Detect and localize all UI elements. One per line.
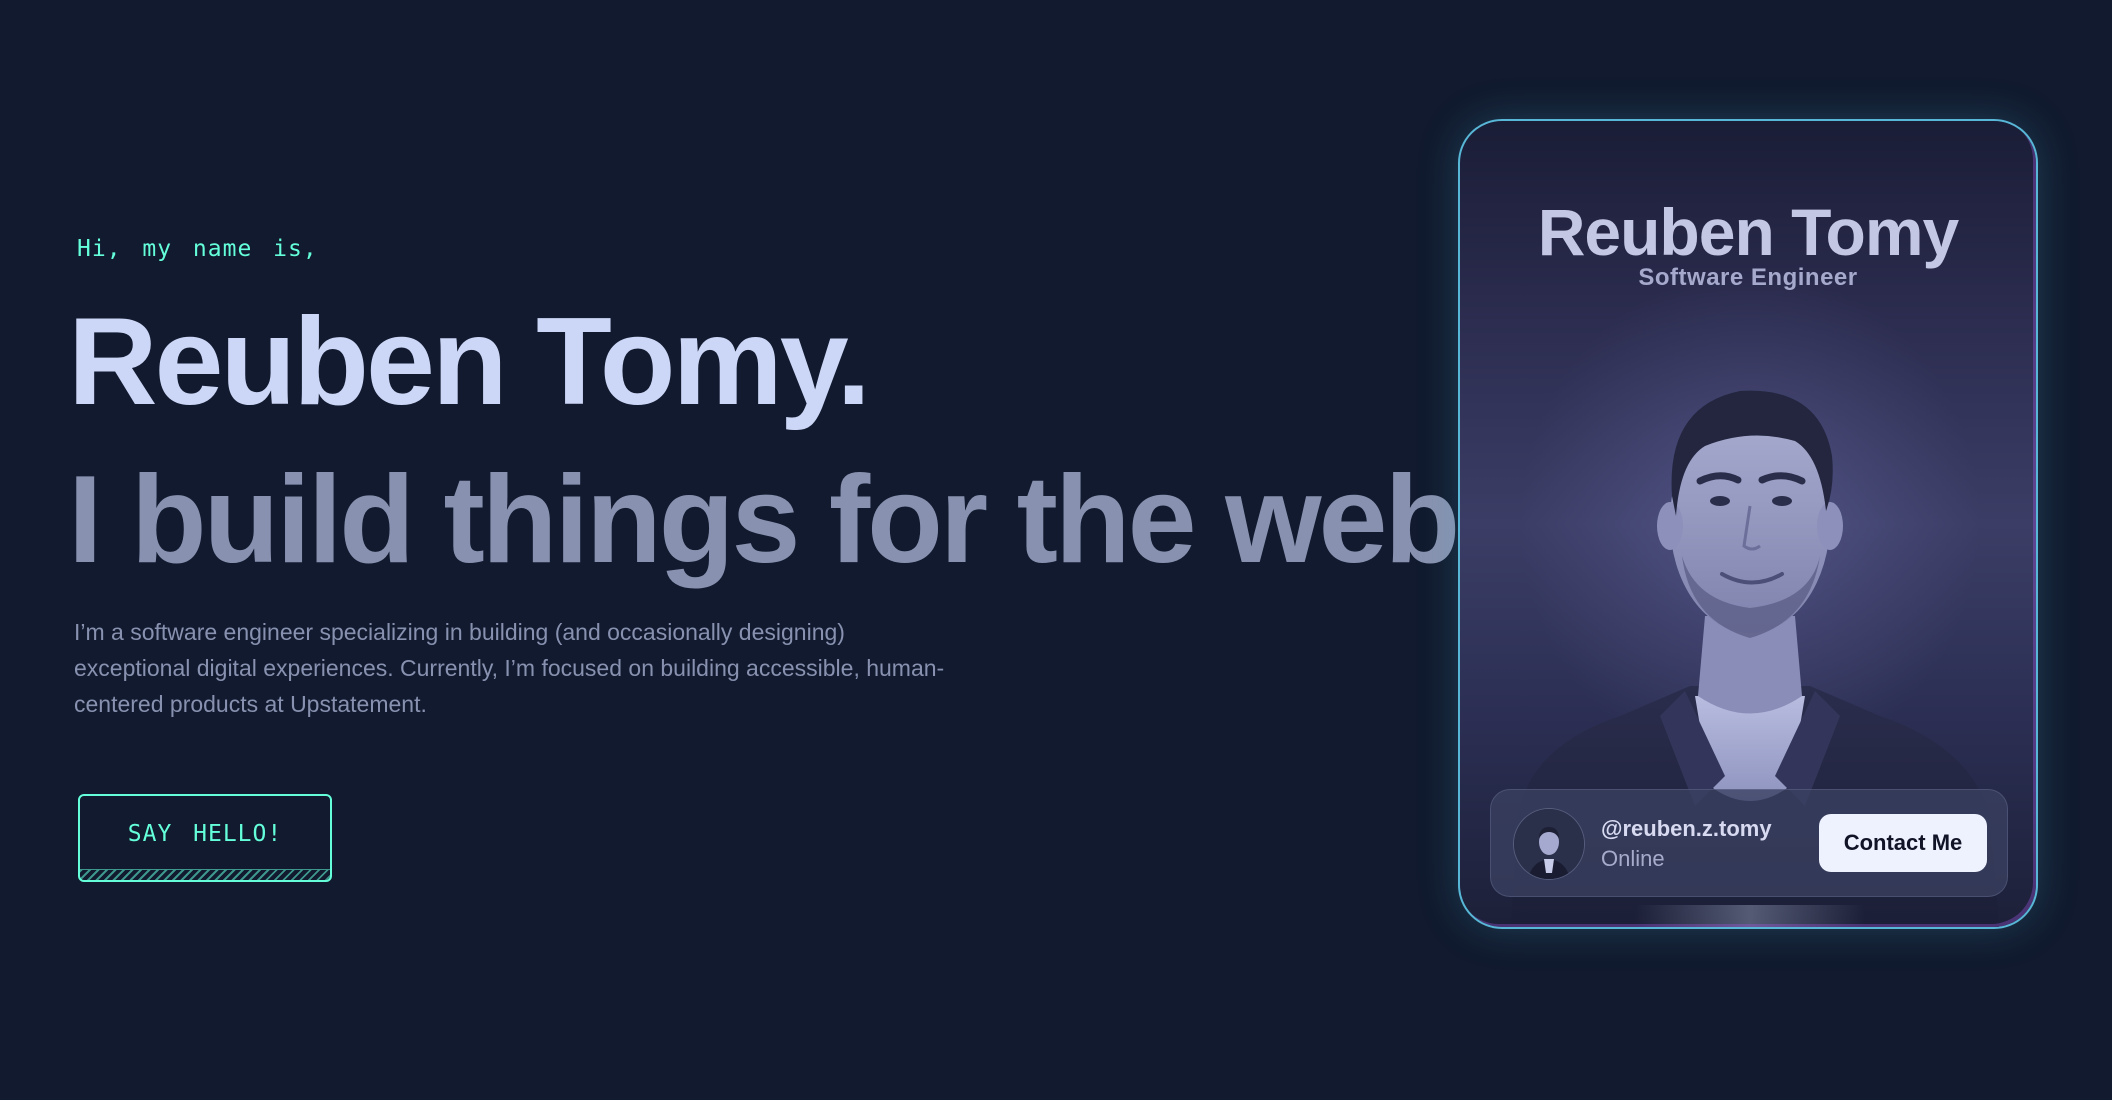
contact-me-button[interactable]: Contact Me <box>1819 814 1987 872</box>
button-hatch-decoration <box>80 869 330 880</box>
greeting-text: Hi, my name is, <box>77 236 318 262</box>
hero-tagline-heading: I build things for the web. <box>68 451 1492 589</box>
card-name: Reuben Tomy <box>1537 195 1959 269</box>
say-hello-label: SAY HELLO! <box>127 821 283 847</box>
card-bottom-shine <box>1635 905 1865 927</box>
page: Hi, my name is, Reuben Tomy. I build thi… <box>0 0 2112 1100</box>
hero-description: I’m a software engineer specializing in … <box>74 619 945 717</box>
online-status: Online <box>1601 846 1665 871</box>
contact-bar: @reuben.z.tomy Online Contact Me <box>1490 789 2008 897</box>
profile-card: Reuben Tomy Software Engineer @reuben.z.… <box>1458 119 2038 929</box>
say-hello-button[interactable]: SAY HELLO! <box>78 794 332 882</box>
hero-name-heading: Reuben Tomy. <box>68 293 871 431</box>
avatar <box>1513 808 1585 880</box>
avatar-image <box>1514 809 1584 879</box>
card-role: Software Engineer <box>1638 264 1858 291</box>
username-handle: @reuben.z.tomy <box>1601 816 1772 841</box>
